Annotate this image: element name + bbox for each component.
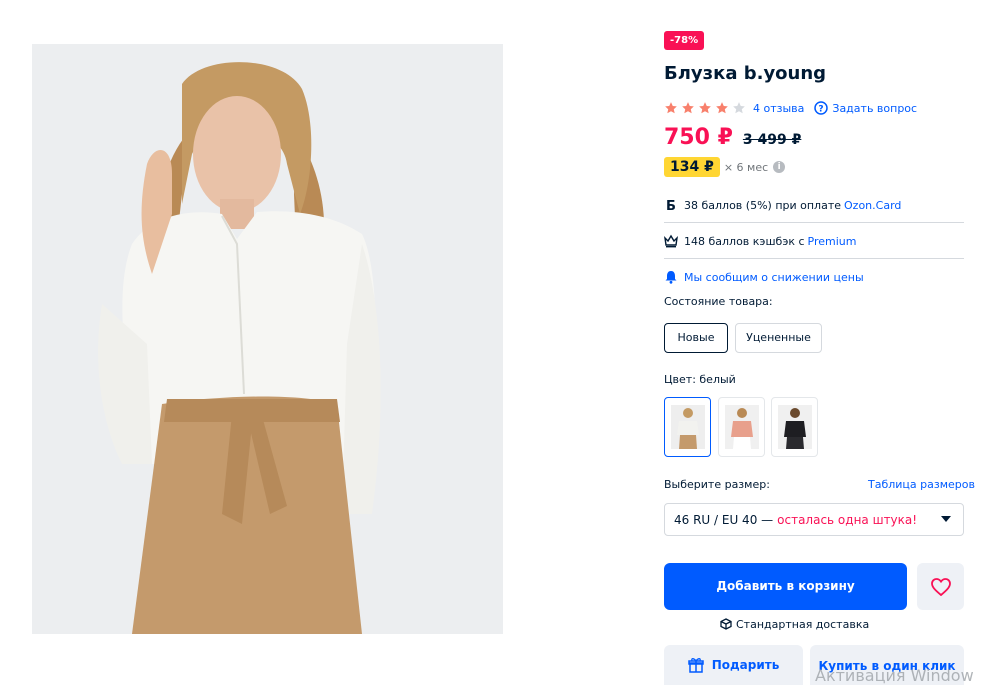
- caret-down-icon: [941, 516, 951, 522]
- ozon-card-text: 38 баллов (5%) при оплате: [684, 198, 842, 212]
- star-icon: [715, 101, 729, 115]
- star-empty-icon: [732, 101, 746, 115]
- reviews-link[interactable]: 4 отзыва: [753, 102, 804, 115]
- gift-button[interactable]: Подарить: [664, 645, 803, 685]
- delivery-info: Стандартная доставка: [720, 616, 869, 632]
- product-photo[interactable]: [32, 44, 503, 634]
- ask-question-link[interactable]: ? Задать вопрос: [814, 101, 917, 115]
- old-price: 3 499 ₽: [742, 132, 802, 148]
- color-swatch-pink[interactable]: [718, 397, 765, 457]
- add-to-cart-button[interactable]: Добавить в корзину: [664, 563, 907, 610]
- delivery-label: Стандартная доставка: [736, 617, 870, 631]
- ozon-card-link[interactable]: Ozon.Card: [844, 199, 901, 212]
- box-icon: [720, 618, 732, 630]
- divider: [664, 258, 964, 259]
- stock-warning: осталась одна штука!: [777, 512, 918, 527]
- price-row: 750 ₽ 3 499 ₽: [664, 125, 801, 153]
- price-alert-label: Мы сообщим о снижении цены: [684, 270, 864, 284]
- ask-question-label: Задать вопрос: [832, 101, 918, 115]
- divider: [664, 222, 964, 223]
- color-label: Цвет: белый: [664, 373, 736, 386]
- swatch-thumbnail: [777, 405, 812, 449]
- star-icon: [681, 101, 695, 115]
- star-icon: [698, 101, 712, 115]
- premium-cashback: 148 баллов кэшбэк с Premium: [664, 229, 964, 253]
- favorite-button[interactable]: [917, 563, 964, 610]
- size-selected-value: 46 RU / EU 40 —: [674, 512, 774, 527]
- color-swatch-black[interactable]: [771, 397, 818, 457]
- star-icon: [664, 101, 678, 115]
- question-bubble-icon: ?: [814, 101, 829, 115]
- installment-term: × 6 мес: [723, 160, 769, 174]
- premium-link[interactable]: Premium: [808, 235, 857, 248]
- size-table-link[interactable]: Таблица размеров: [868, 478, 975, 491]
- gift-label: Подарить: [711, 658, 780, 672]
- swatch-thumbnail: [724, 405, 759, 449]
- premium-text: 148 баллов кэшбэк с: [684, 234, 805, 248]
- swatch-thumbnail: [670, 405, 705, 449]
- gift-icon: [687, 657, 704, 673]
- bell-icon: [664, 270, 678, 284]
- size-select[interactable]: 46 RU / EU 40 — осталась одна штука!: [664, 503, 964, 536]
- heart-icon: [930, 577, 951, 596]
- size-label: Выберите размер:: [664, 478, 770, 491]
- installment-price[interactable]: 134 ₽: [664, 157, 720, 177]
- installment-row: 134 ₽ × 6 мес i: [664, 156, 786, 178]
- product-title: Блузка b.young: [664, 63, 827, 84]
- ozon-card-bonus: Б 38 баллов (5%) при оплате Ozon.Card: [664, 193, 964, 217]
- color-swatch-white[interactable]: [664, 397, 711, 457]
- condition-label: Состояние товара:: [664, 295, 773, 308]
- ozon-card-icon: Б: [664, 198, 678, 214]
- current-price: 750 ₽: [664, 125, 733, 150]
- discount-badge: -78%: [664, 31, 705, 50]
- svg-text:Б: Б: [666, 199, 676, 212]
- crown-icon: [664, 234, 678, 248]
- svg-text:?: ?: [819, 105, 824, 115]
- windows-activation-watermark: Активация Window: [815, 666, 974, 685]
- rating-row: 4 отзыва ? Задать вопрос: [664, 98, 917, 118]
- price-alert-link[interactable]: Мы сообщим о снижении цены: [664, 265, 964, 289]
- condition-used-button[interactable]: Уцененные: [735, 323, 822, 353]
- info-icon[interactable]: i: [773, 161, 786, 173]
- condition-new-button[interactable]: Новые: [664, 323, 728, 353]
